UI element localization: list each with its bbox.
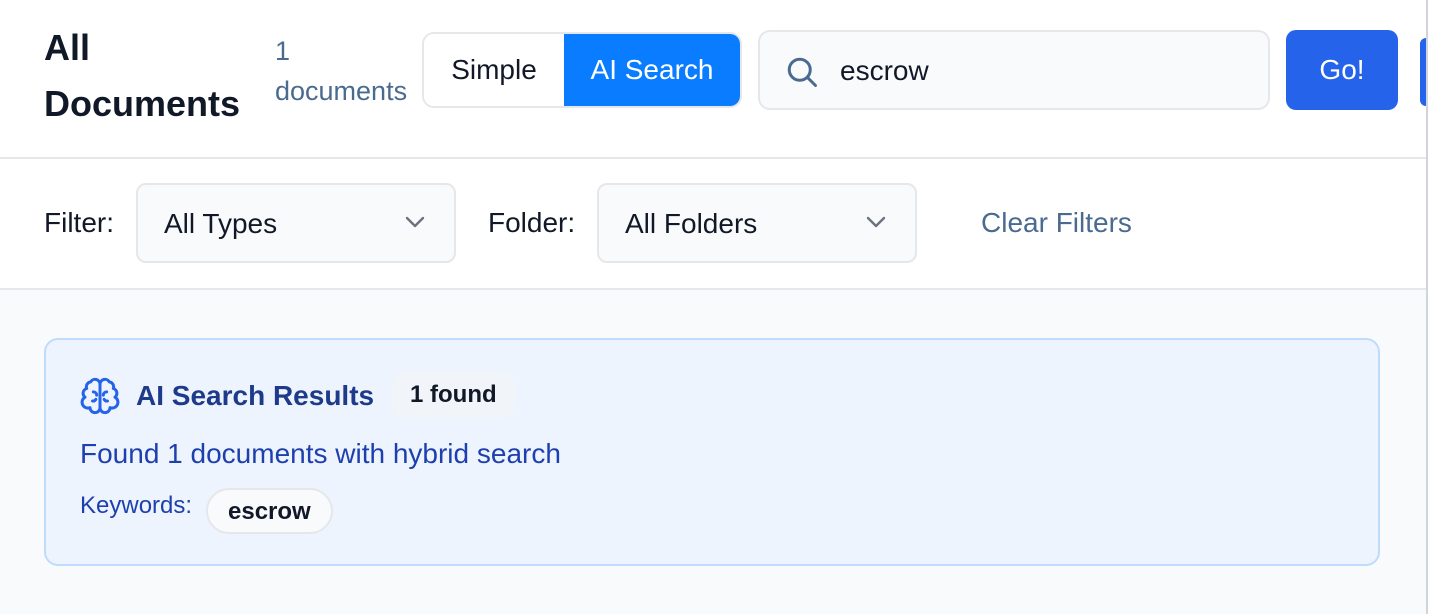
type-filter-label: Filter: <box>44 207 114 238</box>
search-input[interactable] <box>840 46 1250 96</box>
keywords-label: Keywords: <box>80 492 193 519</box>
type-filter-value: All Types <box>164 208 278 239</box>
search-box <box>758 30 1270 110</box>
keyword-chip: escrow <box>206 488 333 534</box>
filter-bar: Filter: All Types Folder: All Folders Cl… <box>0 159 1426 290</box>
documents-page: All Documents 1 documents Simple AI Sear… <box>0 0 1426 614</box>
side-gutter <box>1428 0 1440 614</box>
folder-filter-value: All Folders <box>625 208 758 239</box>
search-icon <box>787 57 817 87</box>
search-mode-toggle: Simple AI Search <box>422 32 742 108</box>
results-summary: Found 1 documents with hybrid search <box>80 438 561 469</box>
simple-mode-button[interactable]: Simple <box>424 34 564 106</box>
document-count: 1 documents <box>275 36 408 106</box>
chevron-down-icon <box>405 216 425 228</box>
brain-icon <box>80 377 120 415</box>
folder-filter-select[interactable]: All Folders <box>597 183 917 263</box>
page-title: All Documents <box>44 27 241 124</box>
page-header: All Documents 1 documents Simple AI Sear… <box>0 0 1426 159</box>
clear-filters-link[interactable]: Clear Filters <box>981 207 1132 239</box>
ai-search-results-panel: AI Search Results 1 found Found 1 docume… <box>44 338 1380 566</box>
chevron-down-icon <box>866 216 886 228</box>
ai-search-mode-button[interactable]: AI Search <box>564 34 740 106</box>
type-filter-select[interactable]: All Types <box>136 183 456 263</box>
go-button[interactable]: Go! <box>1286 30 1398 110</box>
found-count-badge: 1 found <box>392 372 515 418</box>
results-title: AI Search Results <box>136 380 375 411</box>
folder-filter-label: Folder: <box>488 207 576 238</box>
